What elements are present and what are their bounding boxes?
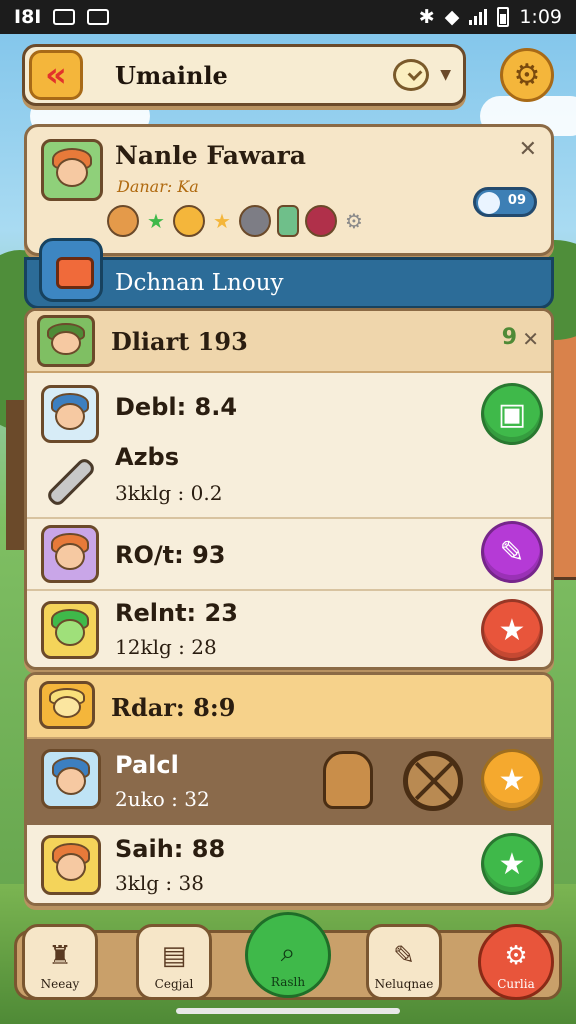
gallery-icon (53, 9, 76, 25)
group-avatar (37, 315, 95, 367)
bluetooth-icon: ✱ (418, 6, 435, 28)
clock-check-icon[interactable] (393, 59, 429, 91)
row-label: Debl: 8.4 (115, 393, 238, 421)
home-indicator[interactable] (176, 1008, 400, 1014)
banner-text: Dchnan Lnouy (115, 270, 284, 296)
star-action-button[interactable]: ★ (481, 833, 543, 895)
avatar (41, 525, 99, 583)
cell-signal-icon (469, 9, 488, 25)
list-item[interactable]: Saih: 88 3klg : 38 ★ (27, 825, 551, 903)
nav-home[interactable]: ♜ Neeay (22, 924, 98, 1000)
back-button[interactable]: « (29, 50, 83, 100)
row-label: Saih: 88 (115, 835, 226, 863)
row-stat: 3klg : 38 (115, 871, 204, 895)
back-arrow-icon: « (45, 55, 67, 95)
list-header: Dliart 193 9 ✕ (27, 311, 551, 373)
ticket-icon (39, 238, 103, 302)
gear-icon: ⚙ (504, 941, 528, 971)
search-bar[interactable]: « Umainle ▼ (22, 44, 466, 106)
notification-icon (87, 9, 110, 25)
gear-icon: ⚙ (513, 57, 541, 93)
star-icon: ★ (498, 612, 526, 648)
toggle-knob (478, 192, 500, 214)
cat-avatar (39, 681, 95, 729)
close-icon[interactable]: ✕ (522, 327, 539, 351)
nav-journal[interactable]: ▤ Cegjal (136, 924, 212, 1000)
pen-icon: ✎ (393, 941, 415, 971)
row-label: RO/t: 93 (115, 541, 226, 569)
close-icon[interactable]: ✕ (519, 137, 537, 162)
avatar (41, 385, 99, 443)
star-icon: ★ (147, 209, 165, 233)
status-left-text: I8I (14, 6, 42, 28)
avatar (41, 835, 101, 895)
row-stat: 12klg : 28 (115, 635, 217, 659)
avatar (41, 749, 101, 809)
chef-icon: ♜ (48, 941, 72, 971)
hero-badge-icon[interactable] (305, 205, 337, 237)
list-item[interactable]: Relnt: 23 12klg : 28 ★ (27, 591, 551, 667)
nav-label: Cegjal (154, 977, 194, 991)
wheel-icon[interactable] (403, 751, 463, 811)
bag-icon: ▣ (497, 396, 527, 432)
avatar[interactable] (41, 139, 103, 201)
wand-icon: ✎ (499, 534, 525, 570)
row-label: Relnt: 23 (115, 599, 238, 627)
star-icon: ★ (498, 762, 526, 798)
row-stat: 2uko : 32 (115, 787, 210, 811)
nav-settings[interactable]: ⚙ Curlia (478, 924, 554, 1000)
toggle-label: 09 (507, 193, 526, 208)
book-icon: ▤ (161, 941, 187, 971)
owl-badge-icon[interactable] (107, 205, 139, 237)
profile-toggle[interactable]: 09 (473, 187, 537, 217)
tool-icon (44, 455, 98, 509)
panel2-header: Rdar: 8:9 (27, 675, 551, 739)
nav-search[interactable]: ⌕ Raslh (245, 912, 331, 998)
nav-label: Neluqnae (374, 977, 434, 991)
secondary-panel: Rdar: 8:9 Palcl 2uko : 32 ★ Saih: 88 3kl… (24, 672, 554, 906)
gear-badge-icon[interactable]: ⚙ (343, 210, 365, 232)
status-time: 1:09 (519, 6, 562, 28)
star-action-button[interactable]: ★ (481, 749, 543, 811)
chevron-down-icon[interactable]: ▼ (440, 67, 451, 83)
nav-tools[interactable]: ✎ Neluqnae (366, 924, 442, 1000)
status-bar: I8I ✱ ◆ 1:09 (0, 0, 576, 34)
profile-subtitle: Danar: Ka (117, 177, 199, 196)
list-title: Dliart 193 (111, 327, 248, 356)
profile-name: Nanle Fawara (115, 141, 307, 170)
list-panel: Dliart 193 9 ✕ Debl: 8.4 Azbs 3kklg : 0.… (24, 308, 554, 670)
list-item[interactable]: RO/t: 93 ✎ (27, 519, 551, 591)
bag-button[interactable]: ▣ (481, 383, 543, 445)
nav-label: Neeay (40, 977, 80, 991)
magnifier-icon: ⌕ (280, 938, 296, 968)
signal-icon: ◆ (444, 6, 460, 28)
header-number: 9 (501, 325, 517, 350)
avatar (41, 601, 99, 659)
star-icon: ★ (213, 209, 231, 233)
battery-icon (497, 7, 510, 27)
list-item[interactable]: Debl: 8.4 Azbs 3kklg : 0.2 ▣ (27, 373, 551, 519)
nav-label: Raslh (270, 975, 306, 989)
magic-button[interactable]: ✎ (481, 521, 543, 583)
panel2-title: Rdar: 8:9 (111, 693, 236, 722)
row-stat: 3kklg : 0.2 (115, 481, 223, 505)
profile-card: Nanle Fawara Danar: Ka ★ ★ ⚙ ✕ 09 (24, 124, 554, 256)
badge-row: ★ ★ ⚙ (107, 205, 365, 237)
bird-badge-icon[interactable] (173, 205, 205, 237)
settings-button[interactable]: ⚙ (500, 48, 554, 102)
list-item[interactable]: Palcl 2uko : 32 ★ (27, 739, 551, 825)
row-label: Palcl (115, 751, 179, 779)
guild-banner[interactable]: Dchnan Lnouy (24, 238, 554, 309)
row-label: Azbs (115, 443, 180, 471)
gift-badge-icon[interactable] (277, 205, 299, 237)
dog-icon (323, 751, 373, 809)
star-icon: ★ (498, 846, 526, 882)
search-input[interactable]: Umainle (115, 61, 228, 90)
nav-label: Curlia (497, 977, 535, 991)
pig-badge-icon[interactable] (239, 205, 271, 237)
favorite-button[interactable]: ★ (481, 599, 543, 661)
